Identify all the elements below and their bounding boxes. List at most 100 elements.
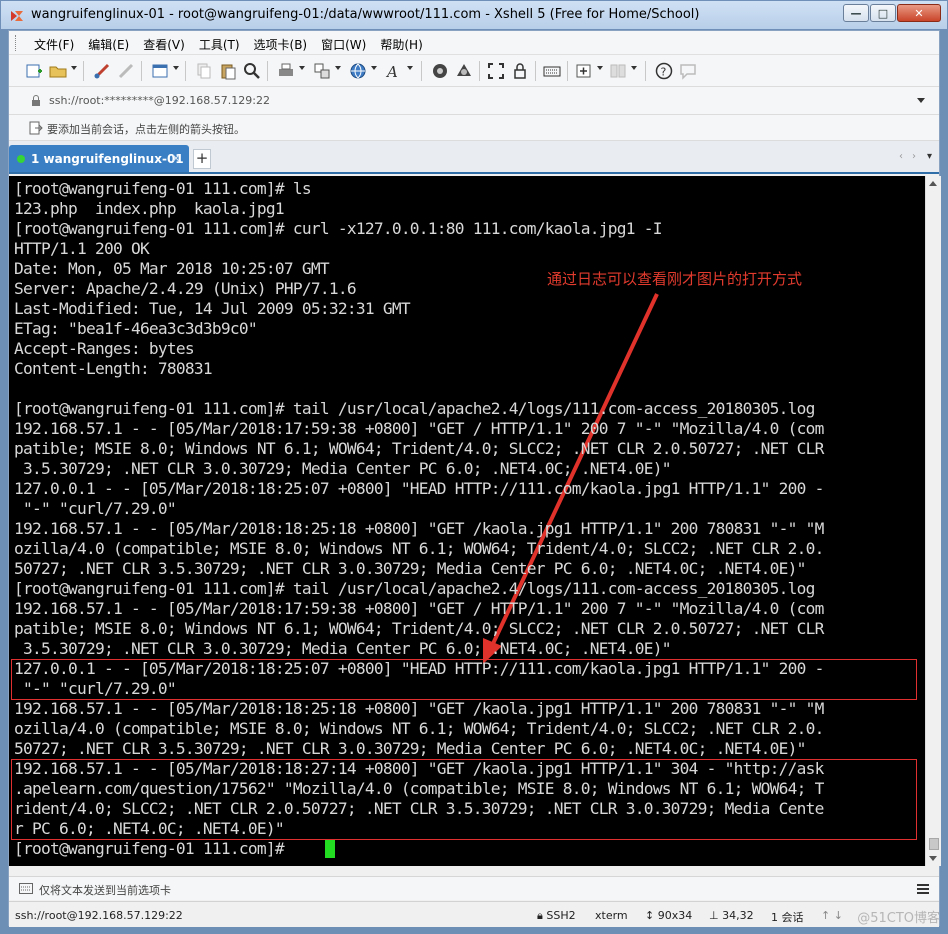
xmanager-icon[interactable]	[455, 62, 473, 80]
watermark: @51CTO博客	[857, 911, 940, 926]
tab-next-icon[interactable]: ›	[912, 151, 916, 162]
open-dropdown-icon[interactable]	[71, 66, 77, 70]
terminal-line: rident/4.0; SLCC2; .NET CLR 2.0.50727; .…	[14, 799, 824, 818]
tab-prev-icon[interactable]: ‹	[899, 151, 903, 162]
find-icon[interactable]	[243, 62, 261, 80]
menu-file[interactable]: 文件(F)	[27, 36, 81, 53]
layout-dropdown-icon[interactable]	[631, 66, 637, 70]
tab-bar: 1 wangruifenglinux-01 × + ‹ › ▾	[9, 141, 939, 174]
menu-icon[interactable]	[917, 884, 929, 894]
close-window-button[interactable]: ✕	[897, 4, 941, 22]
tab-list-dropdown-icon[interactable]: ▾	[927, 151, 932, 162]
minimize-button[interactable]: —	[843, 4, 869, 22]
address-text[interactable]: ssh://root:*********@192.168.57.129:22	[49, 94, 270, 107]
globe-icon[interactable]	[349, 62, 367, 80]
terminal-line: ozilla/4.0 (compatible; MSIE 8.0; Window…	[14, 719, 824, 738]
tab-session-1[interactable]: 1 wangruifenglinux-01 ×	[9, 145, 189, 172]
terminal-line: patible; MSIE 8.0; Windows NT 6.1; WOW64…	[14, 439, 824, 458]
lock-icon	[32, 95, 40, 106]
terminal-cursor	[325, 840, 335, 858]
globe-dropdown-icon[interactable]	[371, 66, 377, 70]
disconnect-icon[interactable]	[117, 62, 135, 80]
xftp-icon[interactable]	[431, 62, 449, 80]
toolbar-separator	[267, 61, 268, 81]
terminal-line: 192.168.57.1 - - [05/Mar/2018:17:59:38 +…	[14, 599, 824, 618]
copy-icon[interactable]	[195, 62, 213, 80]
title-bar[interactable]: wangruifenglinux-01 - root@wangruifeng-0…	[0, 0, 948, 30]
svg-text:A: A	[385, 63, 398, 80]
toolbar-separator	[645, 61, 646, 81]
properties-icon[interactable]	[151, 62, 169, 80]
help-icon[interactable]: ?	[655, 62, 673, 80]
print-icon[interactable]	[277, 62, 295, 80]
transfer-icon[interactable]	[313, 62, 331, 80]
close-tab-icon[interactable]: ×	[171, 151, 181, 165]
fullscreen-icon[interactable]	[487, 62, 505, 80]
keyboard-icon[interactable]	[543, 62, 561, 80]
compose-bar-text[interactable]: 仅将文本发送到当前选项卡	[39, 882, 171, 898]
font-icon[interactable]: A	[385, 62, 403, 80]
status-protocol: 🔒︎ SSH2	[537, 909, 576, 922]
menu-window[interactable]: 窗口(W)	[314, 36, 373, 53]
terminal-line: 50727; .NET CLR 3.5.30729; .NET CLR 3.0.…	[14, 559, 806, 578]
transfer-dropdown-icon[interactable]	[335, 66, 341, 70]
open-folder-icon[interactable]	[49, 62, 67, 80]
status-cursor-pos-text: 34,32	[722, 909, 754, 922]
menu-view[interactable]: 查看(V)	[136, 36, 192, 53]
scroll-up-icon[interactable]	[929, 181, 937, 186]
tab-label[interactable]: 1 wangruifenglinux-01	[31, 152, 184, 166]
maximize-button[interactable]: □	[870, 4, 896, 22]
terminal-line: "-" "curl/7.29.0"	[14, 499, 177, 518]
new-tab-icon[interactable]	[575, 62, 593, 80]
terminal-line: Accept-Ranges: bytes	[14, 339, 195, 358]
window-title: wangruifenglinux-01 - root@wangruifeng-0…	[31, 7, 700, 22]
connect-icon[interactable]	[93, 62, 111, 80]
compose-bar[interactable]: 仅将文本发送到当前选项卡	[9, 876, 939, 900]
new-tab-dropdown-icon[interactable]	[597, 66, 603, 70]
address-bar[interactable]: ssh://root:*********@192.168.57.129:22	[9, 87, 939, 115]
terminal-line: Date: Mon, 05 Mar 2018 10:25:07 GMT	[14, 259, 330, 278]
terminal-line: 3.5.30729; .NET CLR 3.0.30729; Media Cen…	[14, 459, 671, 478]
menu-bar: 文件(F) 编辑(E) 查看(V) 工具(T) 选项卡(B) 窗口(W) 帮助(…	[9, 31, 939, 55]
menu-help[interactable]: 帮助(H)	[373, 36, 429, 53]
address-dropdown-icon[interactable]	[917, 98, 925, 103]
chat-icon[interactable]	[679, 62, 697, 80]
terminal-line: 127.0.0.1 - - [05/Mar/2018:18:25:07 +080…	[14, 479, 824, 498]
lock-icon[interactable]	[511, 62, 529, 80]
status-arrows: ↑ ↓	[821, 909, 843, 922]
status-sessions: 1 会话	[771, 911, 804, 924]
layout-icon[interactable]	[609, 62, 627, 80]
terminal-line: [root@wangruifeng-01 111.com]# tail /usr…	[14, 399, 815, 418]
terminal-line: [root@wangruifeng-01 111.com]# curl -x12…	[14, 219, 662, 238]
terminal-line: Server: Apache/2.4.29 (Unix) PHP/7.1.6	[14, 279, 357, 298]
terminal-line: 192.168.57.1 - - [05/Mar/2018:17:59:38 +…	[14, 419, 824, 438]
terminal-line: [root@wangruifeng-01 111.com]# ls	[14, 179, 312, 198]
new-session-icon[interactable]	[25, 62, 43, 80]
terminal-line: ETag: "bea1f-46ea3c3d3b9c0"	[14, 319, 258, 338]
font-dropdown-icon[interactable]	[407, 66, 413, 70]
session-hint-bar: 要添加当前会话，点击左侧的箭头按钮。	[9, 115, 939, 141]
status-terminal-type: xterm	[595, 909, 628, 922]
terminal-line: Last-Modified: Tue, 14 Jul 2009 05:32:31…	[14, 299, 411, 318]
menu-tabs[interactable]: 选项卡(B)	[247, 36, 315, 53]
terminal-line: 192.168.57.1 - - [05/Mar/2018:18:25:18 +…	[14, 699, 824, 718]
scrollbar-thumb[interactable]	[929, 838, 939, 850]
toolbar-grip[interactable]	[15, 35, 18, 51]
terminal-line: 123.php index.php kaola.jpg1	[14, 199, 285, 218]
menu-edit[interactable]: 编辑(E)	[81, 36, 136, 53]
menu-tools[interactable]: 工具(T)	[192, 36, 247, 53]
properties-dropdown-icon[interactable]	[173, 66, 179, 70]
terminal-line: [root@wangruifeng-01 111.com]#	[14, 839, 293, 858]
terminal-scrollbar[interactable]	[925, 176, 941, 866]
terminal-output[interactable]: 通过日志可以查看刚才图片的打开方式 [root@wangruifeng-01 1…	[9, 176, 925, 866]
keyboard-icon[interactable]	[19, 883, 33, 894]
print-dropdown-icon[interactable]	[299, 66, 305, 70]
scroll-down-icon[interactable]	[929, 856, 937, 861]
paste-icon[interactable]	[219, 62, 237, 80]
add-tab-button[interactable]: +	[193, 149, 211, 169]
terminal-line: "-" "curl/7.29.0"	[14, 679, 177, 698]
terminal-line: r PC 6.0; .NET4.0C; .NET4.0E)"	[14, 819, 285, 838]
terminal-line: 192.168.57.1 - - [05/Mar/2018:18:25:18 +…	[14, 519, 824, 538]
add-session-arrow-icon[interactable]	[29, 121, 43, 135]
xshell-app-icon	[11, 11, 23, 21]
